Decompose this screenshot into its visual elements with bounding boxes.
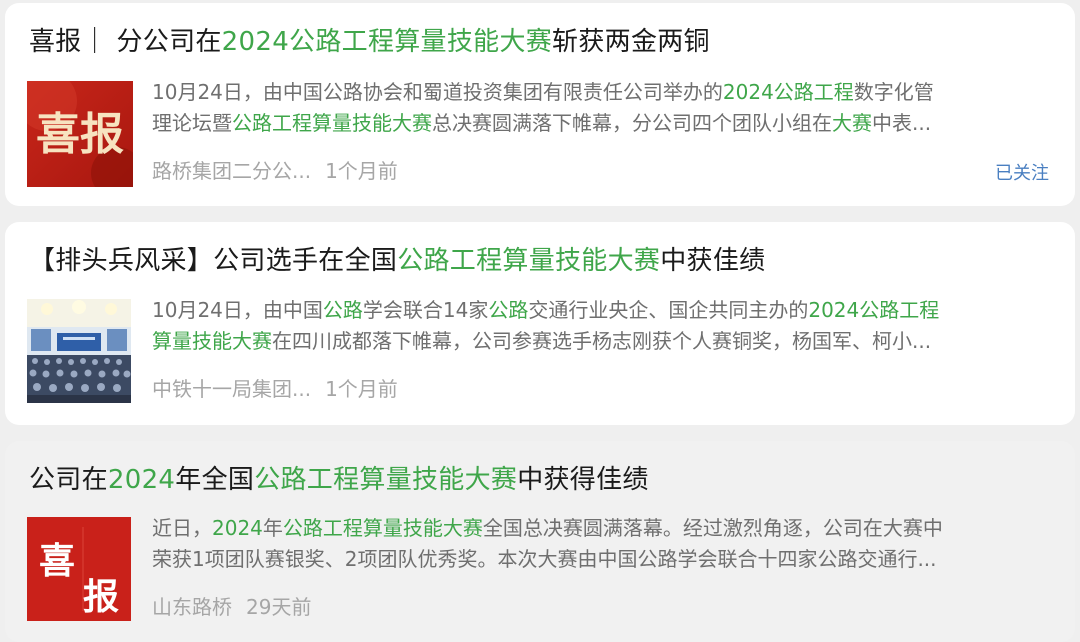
result-excerpt: 近日，2024年公路工程算量技能大赛全国总决赛圆满落幕。经过激烈角逐，公司在大赛… [152, 513, 1045, 575]
result-thumbnail[interactable]: 喜报 [27, 81, 133, 187]
post-time: 29天前 [246, 595, 312, 619]
result-excerpt: 10月24日，由中国公路协会和蜀道投资集团有限责任公司举办的2024公路工程数字… [152, 77, 1045, 139]
text-segment: 10月24日，由中国公路协会和蜀道投资集团有限责任公司举办的 [152, 80, 723, 104]
keyword-highlight: 公路 [488, 298, 529, 322]
result-excerpt: 10月24日，由中国公路学会联合14家公路交通行业央企、国企共同主办的2024公… [152, 295, 1045, 357]
text-segment: 年全国 [175, 465, 255, 495]
text-segment: 理论坛暨 [152, 111, 232, 135]
conference-photo [27, 299, 131, 403]
source-name[interactable]: 路桥集团二分公... [152, 159, 311, 183]
result-thumbnail[interactable] [27, 299, 131, 403]
text-segment: 中获得佳绩 [517, 465, 649, 495]
keyword-highlight: 公路工程算量技能大赛 [282, 516, 483, 540]
text-segment: 总决赛圆满落下帷幕，分公司四个团队小组在 [432, 111, 832, 135]
text-segment: 数字化管 [853, 80, 934, 104]
keyword-highlight: 2024公路工程 [808, 298, 940, 322]
source-name[interactable]: 中铁十一局集团... [152, 377, 311, 401]
result-thumbnail[interactable]: 喜 报 [27, 517, 131, 621]
text-segment: 【排头兵风采】公司选手在全国 [29, 246, 398, 276]
result-meta: 中铁十一局集团... 1个月前 [152, 373, 398, 402]
text-segment: 公司在 [29, 465, 108, 495]
text-segment: 荣获1项团队赛银奖、2项团队优秀奖。本次大赛由中国公路学会联合十四家公路交通行.… [152, 547, 937, 571]
text-segment: 学会联合14家 [362, 298, 489, 322]
text-segment: 在四川成都落下帷幕，公司参赛选手杨志刚获个人赛铜奖，杨国军、柯小... [272, 329, 932, 353]
keyword-highlight: 大赛 [832, 111, 872, 135]
xibao-image: 喜报 [27, 81, 133, 187]
xibao-image: 喜 报 [27, 517, 131, 621]
search-result-card[interactable]: 公司在2024年全国公路工程算量技能大赛中获得佳绩 喜 报 近日，2024年公路… [5, 441, 1075, 642]
xibao-char-2: 报 [83, 576, 119, 618]
keyword-highlight: 2024公路工程 [722, 80, 854, 104]
text-segment: 近日， [152, 516, 212, 540]
result-title[interactable]: 【排头兵风采】公司选手在全国公路工程算量技能大赛中获佳绩 [29, 240, 765, 277]
keyword-highlight: 2024 [107, 465, 176, 495]
source-name[interactable]: 山东路桥 [152, 595, 232, 619]
xibao-char-1: 喜 [39, 540, 75, 582]
post-time: 1个月前 [325, 377, 398, 401]
keyword-highlight: 算量技能大赛 [152, 329, 272, 353]
text-segment: 交通行业央企、国企共同主办的 [528, 298, 809, 322]
text-segment: 喜报｜ 分公司在 [29, 27, 222, 57]
result-title[interactable]: 喜报｜ 分公司在2024公路工程算量技能大赛斩获两金两铜 [29, 21, 710, 58]
text-segment: 全国总决赛圆满落幕。经过激烈角逐，公司在大赛中 [482, 516, 943, 540]
xibao-text: 喜报 [36, 109, 124, 160]
follow-status-button[interactable]: 已关注 [995, 159, 1049, 185]
keyword-highlight: 公路工程算量技能大赛 [254, 465, 518, 495]
search-result-card[interactable]: 喜报｜ 分公司在2024公路工程算量技能大赛斩获两金两铜 喜报 10月24日，由… [5, 3, 1075, 206]
text-segment: 年 [262, 516, 283, 540]
keyword-highlight: 公路 [322, 298, 363, 322]
search-result-card[interactable]: 【排头兵风采】公司选手在全国公路工程算量技能大赛中获佳绩 10月24日，由中国公… [5, 222, 1075, 425]
post-time: 1个月前 [325, 159, 398, 183]
text-segment: 10月24日，由中国 [152, 298, 323, 322]
text-segment: 斩获两金两铜 [552, 27, 710, 57]
keyword-highlight: 2024公路工程算量技能大赛 [221, 27, 553, 57]
text-segment: 中获佳绩 [660, 246, 766, 276]
text-segment: 中表... [872, 111, 932, 135]
result-meta: 路桥集团二分公... 1个月前 [152, 155, 398, 184]
keyword-highlight: 2024 [212, 516, 263, 540]
keyword-highlight: 公路工程算量技能大赛 [397, 246, 661, 276]
result-title[interactable]: 公司在2024年全国公路工程算量技能大赛中获得佳绩 [29, 459, 649, 496]
keyword-highlight: 公路工程算量技能大赛 [232, 111, 432, 135]
result-meta: 山东路桥 29天前 [152, 591, 311, 620]
